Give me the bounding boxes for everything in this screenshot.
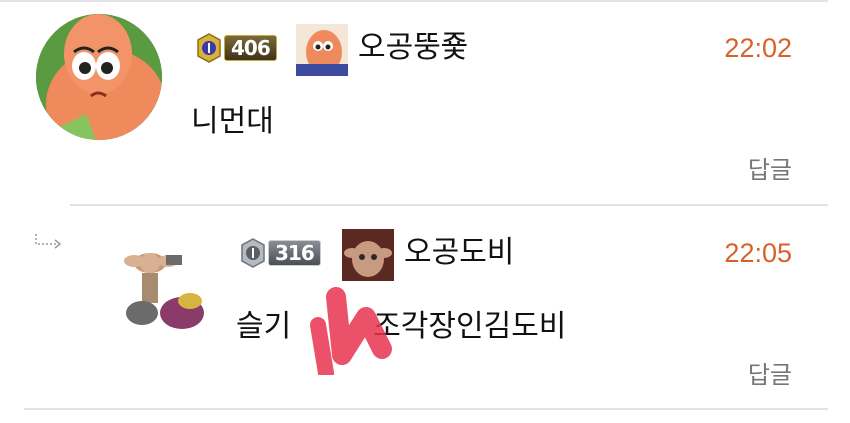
reply-button[interactable]: 답글	[748, 153, 792, 187]
comment-text-end: 조각장인김도비	[373, 309, 567, 344]
reply-comment-item: 316 오공도비 22:05 슬기 조각장인김도비 답글	[0, 207, 850, 410]
level-number: 316	[268, 240, 321, 266]
reply-button[interactable]: 답글	[748, 358, 792, 392]
avatar[interactable]	[112, 223, 230, 341]
user-icon	[342, 229, 394, 281]
level-number: 406	[224, 35, 277, 61]
username[interactable]: 오공뚱죷	[358, 28, 468, 68]
level-emblem-icon	[238, 237, 268, 269]
comment-divider	[70, 204, 828, 206]
reply-arrow-icon	[35, 234, 62, 249]
username[interactable]: 오공도비	[404, 233, 514, 273]
level-badge: 406	[194, 32, 277, 64]
comment-text: 슬기 조각장인김도비	[236, 305, 566, 349]
comment-divider	[24, 408, 828, 410]
level-emblem-icon	[194, 32, 224, 64]
comment-time: 22:05	[724, 238, 792, 268]
comment-text: 니먼대	[191, 104, 274, 139]
comment-time: 22:02	[724, 33, 792, 63]
user-icon	[296, 24, 348, 76]
avatar[interactable]	[36, 14, 162, 140]
comment-text-start: 슬기	[236, 309, 292, 344]
comment-item: 406 오공뚱죷 22:02 니먼대 답글	[0, 2, 850, 206]
level-badge: 316	[238, 237, 321, 269]
